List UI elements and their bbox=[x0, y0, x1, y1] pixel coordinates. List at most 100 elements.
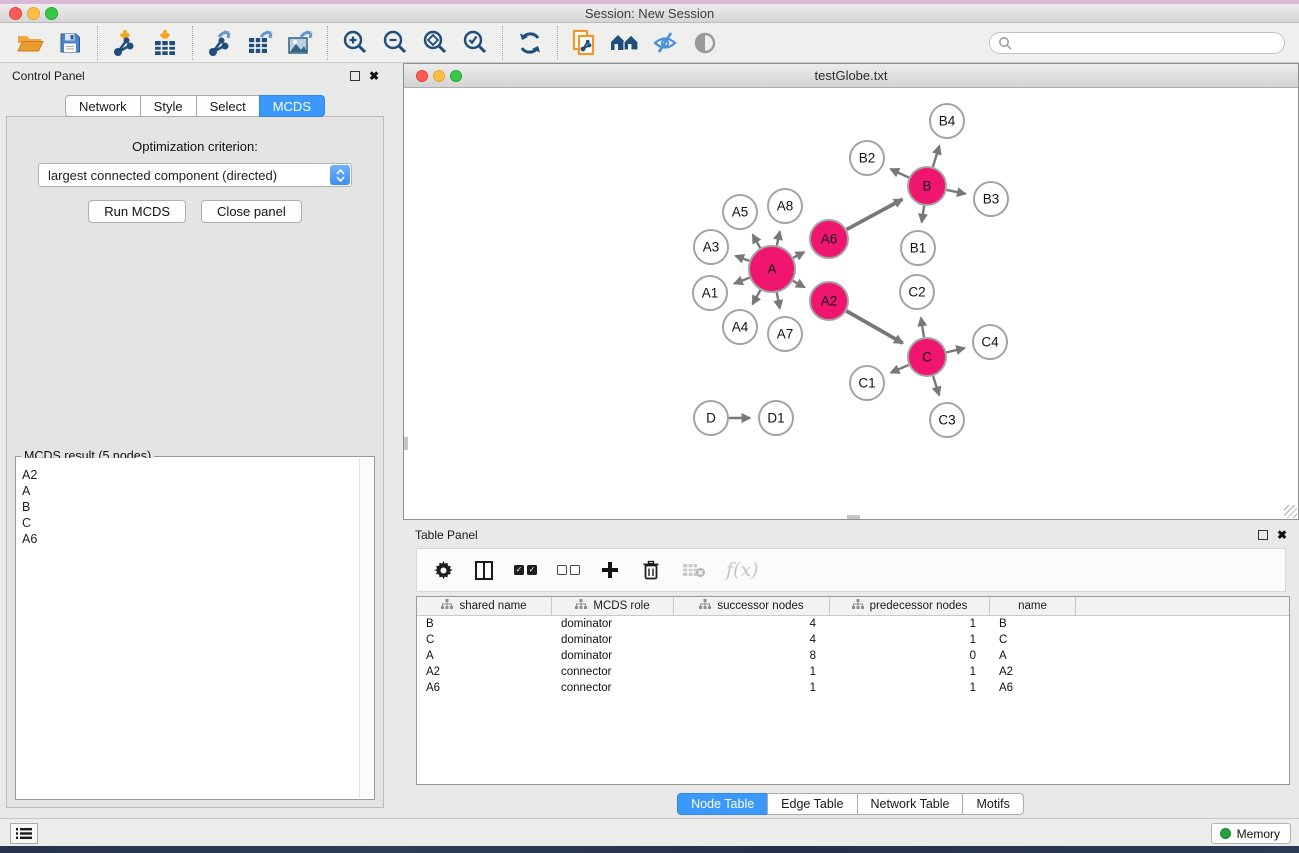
table-row[interactable]: A2connector11A2 bbox=[417, 664, 1289, 680]
refresh-layout-icon[interactable] bbox=[510, 26, 550, 60]
result-list-item[interactable]: A2 bbox=[22, 467, 359, 483]
task-history-button[interactable] bbox=[10, 823, 38, 844]
graph-node-A2[interactable]: A2 bbox=[810, 282, 848, 320]
table-row[interactable]: Cdominator41C bbox=[417, 632, 1289, 648]
graph-edge[interactable] bbox=[946, 348, 964, 352]
tab-network[interactable]: Network bbox=[65, 95, 141, 117]
table-row[interactable]: Adominator80A bbox=[417, 648, 1289, 664]
column-header-successor-nodes[interactable]: successor nodes bbox=[674, 597, 830, 615]
float-panel-icon[interactable] bbox=[350, 71, 360, 81]
column-header-predecessor-nodes[interactable]: predecessor nodes bbox=[830, 597, 990, 615]
graph-edge[interactable] bbox=[891, 169, 909, 178]
graph-node-A1[interactable]: A1 bbox=[693, 276, 727, 310]
result-scrollbar[interactable] bbox=[359, 458, 373, 798]
graph-edge[interactable] bbox=[793, 252, 804, 258]
graph-edge[interactable] bbox=[777, 293, 780, 309]
import-network-icon[interactable] bbox=[105, 26, 145, 60]
tab-network-table[interactable]: Network Table bbox=[857, 793, 964, 815]
table-row[interactable]: A6connector11A6 bbox=[417, 680, 1289, 696]
network-canvas[interactable]: B4 B2 B B3 A5 A8A6 A3 A B1 A1 A2 C2 A4 A7 C4 C C1 D D1 C3 bbox=[404, 89, 1298, 519]
table-row[interactable]: Bdominator41B bbox=[417, 616, 1289, 632]
zoom-fit-icon[interactable] bbox=[415, 26, 455, 60]
graph-edge[interactable] bbox=[891, 365, 909, 373]
close-panel-icon[interactable]: ✖ bbox=[1277, 530, 1287, 540]
graph-node-B[interactable]: B bbox=[908, 167, 946, 205]
graph-node-B1[interactable]: B1 bbox=[901, 231, 935, 265]
search-input[interactable] bbox=[1012, 36, 1276, 50]
mcds-result-list[interactable]: A2ABCA6 bbox=[17, 458, 359, 798]
column-header-name[interactable]: name bbox=[990, 597, 1076, 615]
graph-node-A8[interactable]: A8 bbox=[768, 189, 802, 223]
save-session-icon[interactable] bbox=[50, 26, 90, 60]
home-views-icon[interactable] bbox=[605, 26, 645, 60]
float-panel-icon[interactable] bbox=[1258, 530, 1268, 540]
graph-edge[interactable] bbox=[753, 290, 761, 304]
export-table-icon[interactable] bbox=[240, 26, 280, 60]
columns-icon[interactable] bbox=[474, 560, 494, 581]
graph-node-C1[interactable]: C1 bbox=[850, 366, 884, 400]
zoom-out-icon[interactable] bbox=[375, 26, 415, 60]
export-network-icon[interactable] bbox=[200, 26, 240, 60]
open-session-icon[interactable] bbox=[10, 26, 50, 60]
graph-node-C2[interactable]: C2 bbox=[900, 275, 934, 309]
graph-node-D[interactable]: D bbox=[694, 401, 728, 435]
graph-node-C4[interactable]: C4 bbox=[973, 325, 1007, 359]
close-panel-button[interactable]: Close panel bbox=[201, 200, 302, 223]
graph-node-D1[interactable]: D1 bbox=[759, 401, 793, 435]
graph-edge[interactable] bbox=[734, 278, 749, 284]
result-list-item[interactable]: B bbox=[22, 499, 359, 515]
vertical-scroll-nub[interactable] bbox=[404, 437, 408, 450]
zoom-selected-icon[interactable] bbox=[455, 26, 495, 60]
graph-edge[interactable] bbox=[735, 256, 749, 261]
graph-node-A3[interactable]: A3 bbox=[694, 230, 728, 264]
zoom-in-icon[interactable] bbox=[335, 26, 375, 60]
tab-select[interactable]: Select bbox=[196, 95, 260, 117]
graph-node-B3[interactable]: B3 bbox=[974, 182, 1008, 216]
graph-node-C3[interactable]: C3 bbox=[930, 403, 964, 437]
resize-grip[interactable] bbox=[1284, 505, 1297, 518]
graph-node-A5[interactable]: A5 bbox=[723, 195, 757, 229]
tab-edge-table[interactable]: Edge Table bbox=[767, 793, 857, 815]
horizontal-scroll-nub[interactable] bbox=[847, 515, 860, 519]
tab-motifs[interactable]: Motifs bbox=[962, 793, 1023, 815]
import-table-icon[interactable] bbox=[145, 26, 185, 60]
graph-node-A6[interactable]: A6 bbox=[810, 220, 848, 258]
close-panel-icon[interactable]: ✖ bbox=[369, 71, 379, 81]
select-all-checkboxes-icon[interactable]: ✓✓ bbox=[514, 565, 537, 575]
criterion-select[interactable]: largest connected component (directed) bbox=[38, 163, 352, 187]
graph-edge[interactable] bbox=[947, 190, 966, 194]
add-column-icon[interactable] bbox=[600, 560, 620, 580]
graph-edge[interactable] bbox=[933, 146, 939, 167]
result-list-item[interactable]: A6 bbox=[22, 531, 359, 547]
export-image-icon[interactable] bbox=[280, 26, 320, 60]
result-list-item[interactable]: C bbox=[22, 515, 359, 531]
deselect-all-checkboxes-icon[interactable] bbox=[557, 565, 580, 575]
run-mcds-button[interactable]: Run MCDS bbox=[88, 200, 186, 223]
graph-edge[interactable] bbox=[846, 311, 902, 343]
column-header-MCDS-role[interactable]: MCDS role bbox=[552, 597, 674, 615]
graph-edge[interactable] bbox=[777, 231, 780, 245]
graph-node-C[interactable]: C bbox=[908, 338, 946, 376]
delete-column-icon[interactable] bbox=[640, 559, 662, 581]
graph-edge[interactable] bbox=[922, 206, 924, 222]
graph-edge[interactable] bbox=[933, 376, 939, 395]
graph-edge[interactable] bbox=[793, 281, 805, 288]
graph-edge[interactable] bbox=[921, 318, 924, 338]
hide-details-icon[interactable] bbox=[645, 26, 685, 60]
node-table[interactable]: shared nameMCDS rolesuccessor nodesprede… bbox=[416, 596, 1290, 785]
memory-button[interactable]: Memory bbox=[1211, 823, 1291, 844]
graph-node-A7[interactable]: A7 bbox=[768, 317, 802, 351]
graph-node-A[interactable]: A bbox=[749, 246, 795, 292]
gear-icon[interactable] bbox=[433, 560, 454, 581]
graph-edge[interactable] bbox=[753, 235, 761, 248]
column-header-shared-name[interactable]: shared name bbox=[417, 597, 552, 615]
graph-node-B2[interactable]: B2 bbox=[850, 141, 884, 175]
graph-node-B4[interactable]: B4 bbox=[930, 104, 964, 138]
result-list-item[interactable]: A bbox=[22, 483, 359, 499]
clone-network-icon[interactable] bbox=[565, 26, 605, 60]
graph-edge[interactable] bbox=[847, 199, 903, 229]
graph-node-A4[interactable]: A4 bbox=[723, 310, 757, 344]
birds-eye-icon[interactable] bbox=[685, 26, 725, 60]
tab-style[interactable]: Style bbox=[140, 95, 197, 117]
tab-mcds[interactable]: MCDS bbox=[259, 95, 325, 117]
